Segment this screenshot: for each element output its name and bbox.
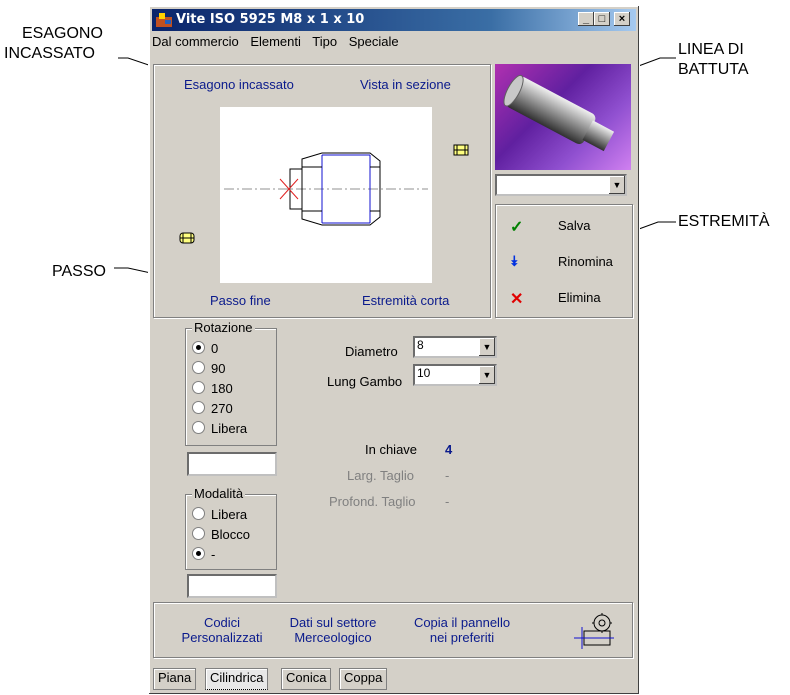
radio-selected-icon — [192, 547, 205, 560]
radio-icon — [192, 401, 205, 414]
actions-panel: ✓ Salva ⯯ Rinomina ✕ Elimina — [495, 204, 633, 318]
link-line: Personalizzati — [181, 630, 263, 645]
lung-gambo-select[interactable]: 10 ▼ — [413, 364, 497, 386]
tab-strip: Piana Cilindrica Conica Coppa — [153, 668, 633, 690]
modalita-option-libera[interactable]: Libera — [192, 507, 247, 522]
screw-drawing — [224, 152, 428, 226]
link-line: Codici — [203, 615, 241, 630]
rinomina-button[interactable]: ⯯ Rinomina — [496, 245, 637, 279]
in-chiave-value: 4 — [445, 442, 453, 457]
radio-icon — [192, 527, 205, 540]
radio-label: 180 — [211, 381, 233, 396]
preset-dropdown[interactable]: ▼ — [495, 174, 627, 196]
radio-label: 270 — [211, 401, 233, 416]
modalita-title: Modalità — [192, 486, 246, 501]
title-bar: Vite ISO 5925 M8 x 1 x 10 _ □ × — [152, 9, 636, 31]
copia-pannello-link[interactable]: Copia il pannello nei preferiti — [400, 615, 524, 645]
window-title: Vite ISO 5925 M8 x 1 x 10 — [176, 12, 365, 27]
preview-panel: Esagono incassato Vista in sezione Passo… — [153, 64, 491, 318]
linea-battuta-icon[interactable] — [452, 143, 470, 157]
salva-button[interactable]: ✓ Salva — [496, 209, 637, 243]
screw-3d-preview — [495, 64, 631, 170]
radio-label: - — [211, 547, 216, 562]
link-line: nei preferiti — [429, 630, 495, 645]
diametro-value: 8 — [417, 338, 424, 352]
passo-icon[interactable] — [178, 231, 196, 245]
double-chevron-down-icon: ⯯ — [510, 253, 519, 269]
rinomina-label: Rinomina — [558, 254, 613, 269]
tab-coppa[interactable]: Coppa — [339, 668, 388, 690]
larg-taglio-label: Larg. Taglio — [347, 468, 414, 483]
link-line: Copia il pannello — [413, 615, 511, 630]
elimina-label: Elimina — [558, 290, 601, 305]
tab-piana[interactable]: Piana — [153, 668, 197, 690]
chevron-down-icon[interactable]: ▼ — [479, 366, 495, 384]
radio-label: 0 — [211, 341, 219, 356]
rotazione-title: Rotazione — [192, 320, 255, 335]
modalita-option-blocco[interactable]: Blocco — [192, 527, 250, 542]
passo-fine-link[interactable]: Passo fine — [210, 293, 271, 308]
menu-elementi[interactable]: Elementi — [250, 34, 301, 49]
in-chiave-label: In chiave — [365, 442, 418, 457]
profond-taglio-label: Profond. Taglio — [329, 494, 416, 509]
rotazione-option-0[interactable]: 0 — [192, 341, 218, 356]
radio-label: Libera — [211, 507, 248, 522]
radio-selected-icon — [192, 341, 205, 354]
vista-sezione-link[interactable]: Vista in sezione — [360, 77, 451, 92]
modalita-option-dash[interactable]: - — [192, 547, 215, 562]
estremita-corta-link[interactable]: Estremità corta — [362, 293, 449, 308]
lung-gambo-value: 10 — [417, 366, 431, 380]
codici-personalizzati-link[interactable]: Codici Personalizzati — [172, 615, 272, 645]
tab-cilindrica[interactable]: Cilindrica — [205, 668, 269, 690]
minimize-button[interactable]: _ — [578, 12, 594, 26]
diametro-select[interactable]: 8 ▼ — [413, 336, 497, 358]
maximize-button[interactable]: □ — [594, 12, 610, 26]
radio-label: Libera — [211, 421, 248, 436]
esagono-incassato-link[interactable]: Esagono incassato — [184, 77, 294, 92]
modalita-value-input[interactable] — [187, 574, 277, 598]
dati-settore-link[interactable]: Dati sul settore Merceologico — [274, 615, 392, 645]
modalita-group: Modalità Libera Blocco - — [185, 486, 277, 570]
rotazione-option-libera[interactable]: Libera — [192, 421, 247, 436]
radio-icon — [192, 507, 205, 520]
rotazione-option-180[interactable]: 180 — [192, 381, 233, 396]
menu-tipo[interactable]: Tipo — [312, 34, 337, 49]
x-icon: ✕ — [510, 291, 524, 308]
rotazione-option-90[interactable]: 90 — [192, 361, 225, 376]
bottom-links-panel: Codici Personalizzati Dati sul settore M… — [153, 602, 633, 658]
profond-taglio-value: - — [445, 494, 450, 509]
check-icon: ✓ — [510, 219, 524, 236]
radio-icon — [192, 361, 205, 374]
link-line: Dati sul settore — [289, 615, 377, 630]
drawing-canvas — [220, 107, 432, 283]
diametro-label: Diametro — [345, 344, 398, 359]
menu-speciale[interactable]: Speciale — [349, 34, 399, 49]
rotazione-group: Rotazione 0 90 180 270 Libera — [185, 320, 277, 446]
radio-label: 90 — [211, 361, 226, 376]
chevron-down-icon[interactable]: ▼ — [479, 338, 495, 356]
salva-label: Salva — [558, 218, 591, 233]
larg-taglio-value: - — [445, 468, 450, 483]
gear-screw-icon[interactable] — [568, 609, 616, 651]
radio-icon — [192, 381, 205, 394]
link-line: Merceologico — [294, 630, 372, 645]
rotazione-value-input[interactable] — [187, 452, 277, 476]
rotazione-option-270[interactable]: 270 — [192, 401, 233, 416]
app-icon — [156, 13, 172, 27]
lung-gambo-label: Lung Gambo — [327, 374, 403, 389]
chevron-down-icon[interactable]: ▼ — [609, 176, 625, 194]
menu-dal-commercio[interactable]: Dal commercio — [152, 34, 239, 49]
menu-bar: Dal commercio Elementi Tipo Speciale — [152, 34, 407, 54]
radio-label: Blocco — [211, 527, 251, 542]
close-button[interactable]: × — [614, 12, 630, 26]
radio-icon — [192, 421, 205, 434]
dialog-window: Vite ISO 5925 M8 x 1 x 10 _ □ × Dal comm… — [148, 5, 640, 695]
tab-conica[interactable]: Conica — [281, 668, 332, 690]
elimina-button[interactable]: ✕ Elimina — [496, 281, 637, 315]
screw-3d-image — [503, 74, 615, 152]
